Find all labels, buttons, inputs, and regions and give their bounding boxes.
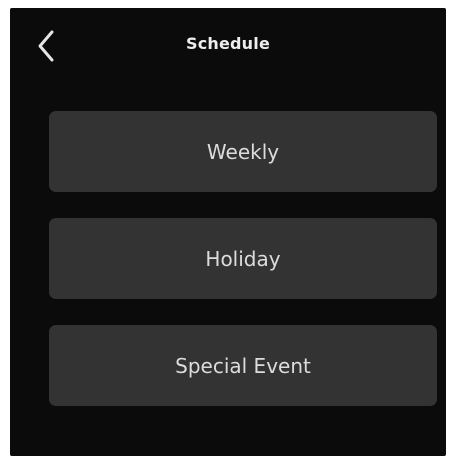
special-event-button-label: Special Event [175, 353, 311, 378]
holiday-button-label: Holiday [205, 246, 281, 271]
holiday-button[interactable]: Holiday [49, 218, 437, 299]
weekly-button-label: Weekly [206, 139, 280, 164]
page-title: Schedule [185, 34, 271, 53]
weekly-button[interactable]: Weekly [49, 111, 437, 192]
special-event-button[interactable]: Special Event [49, 325, 437, 406]
schedule-menu: Weekly Holiday Special Event [49, 111, 437, 406]
schedule-screen: Schedule Weekly Holiday Special Event [10, 8, 446, 456]
